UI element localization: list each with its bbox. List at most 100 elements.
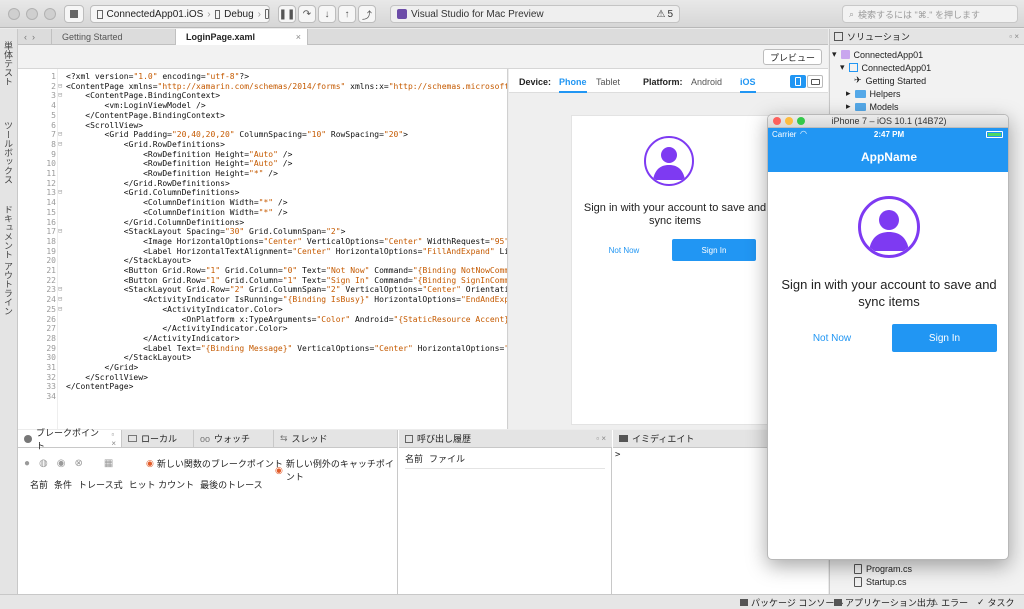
breakpoint-button[interactable]: ⤴	[358, 5, 376, 23]
pin-icon[interactable]: ▫ ×	[111, 430, 121, 448]
properties-icon[interactable]: ▦	[104, 458, 113, 469]
unit-test-pad[interactable]: 単体テスト	[2, 41, 15, 86]
code-editor[interactable]: 1 2 3 4 5 6 7 8 9 10 11 12 13 14 15 16 17 18 19 20 21 22 23 24 2…	[18, 69, 508, 429]
stop-button[interactable]	[64, 5, 84, 23]
portrait-button[interactable]	[790, 75, 806, 88]
code-line: <RowDefinition Height="Auto" />	[66, 159, 293, 169]
tree-item-program-cs[interactable]: Program.cs	[854, 564, 912, 574]
immediate-console[interactable]: >	[615, 450, 620, 460]
errors-button[interactable]: ⚠ エラー	[930, 596, 968, 609]
column-header[interactable]: トレース式	[78, 478, 123, 491]
tree-item-getting-started[interactable]: ✈ Getting Started	[854, 75, 926, 86]
platform-ios-tab[interactable]: iOS	[740, 77, 756, 93]
remove-breakpoints-icon[interactable]: ◉	[57, 458, 66, 469]
sign-in-button[interactable]: Sign In	[892, 324, 997, 352]
preview-not-now-button[interactable]: Not Now	[582, 239, 666, 261]
tree-item-project[interactable]: ▾ ConnectedApp01	[840, 62, 931, 73]
fold-toggle-icon[interactable]: ⊟	[58, 82, 64, 90]
step-out-button[interactable]: ↑	[338, 5, 356, 23]
line-number: 16	[46, 217, 56, 227]
solution-header: ソリューション ▫ ×	[830, 29, 1024, 45]
breakpoints-pad: ブレークポイント ▫ × ローカル oo ウォッチ ⇆ スレッド ● ◍ ◉ ⊗…	[18, 428, 398, 594]
fold-toggle-icon[interactable]: ⊟	[58, 140, 64, 148]
preview-header: Device: Phone Tablet Platform: Android i…	[509, 69, 828, 93]
not-now-button[interactable]: Not Now	[784, 324, 880, 352]
zoom-window-button[interactable]	[44, 8, 56, 20]
fold-toggle-icon[interactable]: ⊟	[58, 285, 64, 293]
disable-breakpoints-icon[interactable]: ◍	[39, 458, 48, 469]
fold-toggle-icon[interactable]: ⊟	[58, 305, 64, 313]
solution-node-icon	[840, 50, 850, 59]
clock-label: 2:47 PM	[873, 130, 905, 139]
tree-item-solution[interactable]: ▾ ConnectedApp01	[832, 49, 923, 60]
tab-label: LoginPage.xaml	[186, 32, 256, 42]
tab-threads[interactable]: ⇆ スレッド	[274, 430, 398, 448]
platform-label: Platform:	[643, 77, 683, 87]
tree-item-startup-cs[interactable]: Startup.cs	[854, 577, 907, 587]
line-number: 17	[46, 227, 56, 237]
tree-item-helpers[interactable]: ▸ Helpers	[846, 88, 901, 99]
preview-sign-in-button[interactable]: Sign In	[672, 239, 756, 261]
tab-nav-arrows[interactable]: ‹ ›	[18, 29, 52, 45]
landscape-button[interactable]	[807, 75, 823, 88]
device-phone-tab[interactable]: Phone	[559, 77, 587, 93]
tab-getting-started[interactable]: Getting Started	[52, 29, 176, 45]
column-header[interactable]: 名前	[30, 478, 48, 491]
fold-toggle-icon[interactable]: ⊟	[58, 130, 64, 138]
run-configuration-selector[interactable]: ConnectedApp01.iOS › Debug ›	[90, 5, 270, 23]
fold-toggle-icon[interactable]: ⊟	[58, 188, 64, 196]
column-header[interactable]: 条件	[54, 478, 72, 491]
pause-button[interactable]: ❚❚	[278, 5, 296, 23]
fold-toggle-icon[interactable]: ⊟	[58, 295, 64, 303]
tab-watch[interactable]: oo ウォッチ	[194, 430, 274, 448]
avatar-icon	[644, 136, 694, 186]
zoom-window-button[interactable]	[797, 117, 805, 125]
new-exception-catchpoint-button[interactable]: ◉ 新しい例外のキャッチポイント	[275, 457, 397, 483]
search-input[interactable]: ⌕ 検索するには "⌘." を押します	[842, 5, 1018, 23]
minimize-window-button[interactable]	[26, 8, 38, 20]
document-outline-pad[interactable]: ドキュメント アウトライン	[2, 205, 15, 316]
code-line: </Grid.RowDefinitions>	[66, 178, 230, 188]
tab-label: Getting Started	[62, 32, 123, 42]
new-function-breakpoint-button[interactable]: ◉ 新しい関数のブレークポイント	[146, 457, 283, 470]
step-over-button[interactable]: ↷	[298, 5, 316, 23]
line-number: 13	[46, 188, 56, 198]
tab-label: ローカル	[141, 434, 178, 444]
minimize-window-button[interactable]	[785, 117, 793, 125]
fold-toggle-icon[interactable]: ⊟	[58, 227, 64, 235]
tab-breakpoints[interactable]: ブレークポイント ▫ ×	[18, 428, 122, 451]
preview-message: Sign in with your account to save and sy…	[583, 202, 767, 227]
tab-loginpage-xaml[interactable]: LoginPage.xaml ×	[176, 29, 308, 45]
platform-android-tab[interactable]: Android	[691, 77, 722, 87]
package-console-button[interactable]: パッケージ コンソール	[740, 596, 843, 609]
pad-options-icon[interactable]: ▫ ×	[1009, 32, 1019, 41]
preview-button[interactable]: プレビュー	[762, 49, 822, 65]
step-into-button[interactable]: ↓	[318, 5, 336, 23]
close-window-button[interactable]	[773, 117, 781, 125]
function-breakpoint-icon: ◉	[146, 458, 154, 468]
column-header[interactable]: ヒット カウント	[129, 478, 195, 491]
device-tablet-tab[interactable]: Tablet	[596, 77, 620, 87]
line-number: 34	[46, 392, 56, 402]
toolbox-pad[interactable]: ツールボックス	[2, 121, 15, 184]
fold-toggle-icon[interactable]: ⊟	[58, 91, 64, 99]
tree-item-models[interactable]: ▸ Models	[846, 101, 899, 112]
column-header[interactable]: 名前	[405, 452, 423, 465]
column-header[interactable]: ファイル	[429, 452, 465, 465]
step-into-icon: ↓	[324, 8, 330, 20]
column-header[interactable]: 最後のトレース	[200, 478, 263, 491]
output-icon	[834, 599, 842, 606]
warning-indicator[interactable]: ⚠ 5	[656, 9, 673, 20]
threads-icon: ⇆	[280, 433, 288, 443]
application-output-button[interactable]: アプリケーション出力	[834, 596, 935, 609]
tab-locals[interactable]: ローカル	[122, 430, 194, 448]
clear-breakpoints-icon[interactable]: ⊗	[75, 458, 83, 469]
line-number: 5	[51, 110, 56, 120]
pad-options-icon[interactable]: ▫ ×	[596, 434, 606, 443]
button-label: 新しい関数のブレークポイント	[156, 459, 283, 469]
csharp-file-icon	[854, 577, 862, 587]
enable-breakpoint-icon[interactable]: ●	[24, 458, 30, 469]
close-window-button[interactable]	[8, 8, 20, 20]
tasks-button[interactable]: ✓ タスク	[977, 596, 1015, 609]
close-tab-icon[interactable]: ×	[296, 32, 301, 42]
